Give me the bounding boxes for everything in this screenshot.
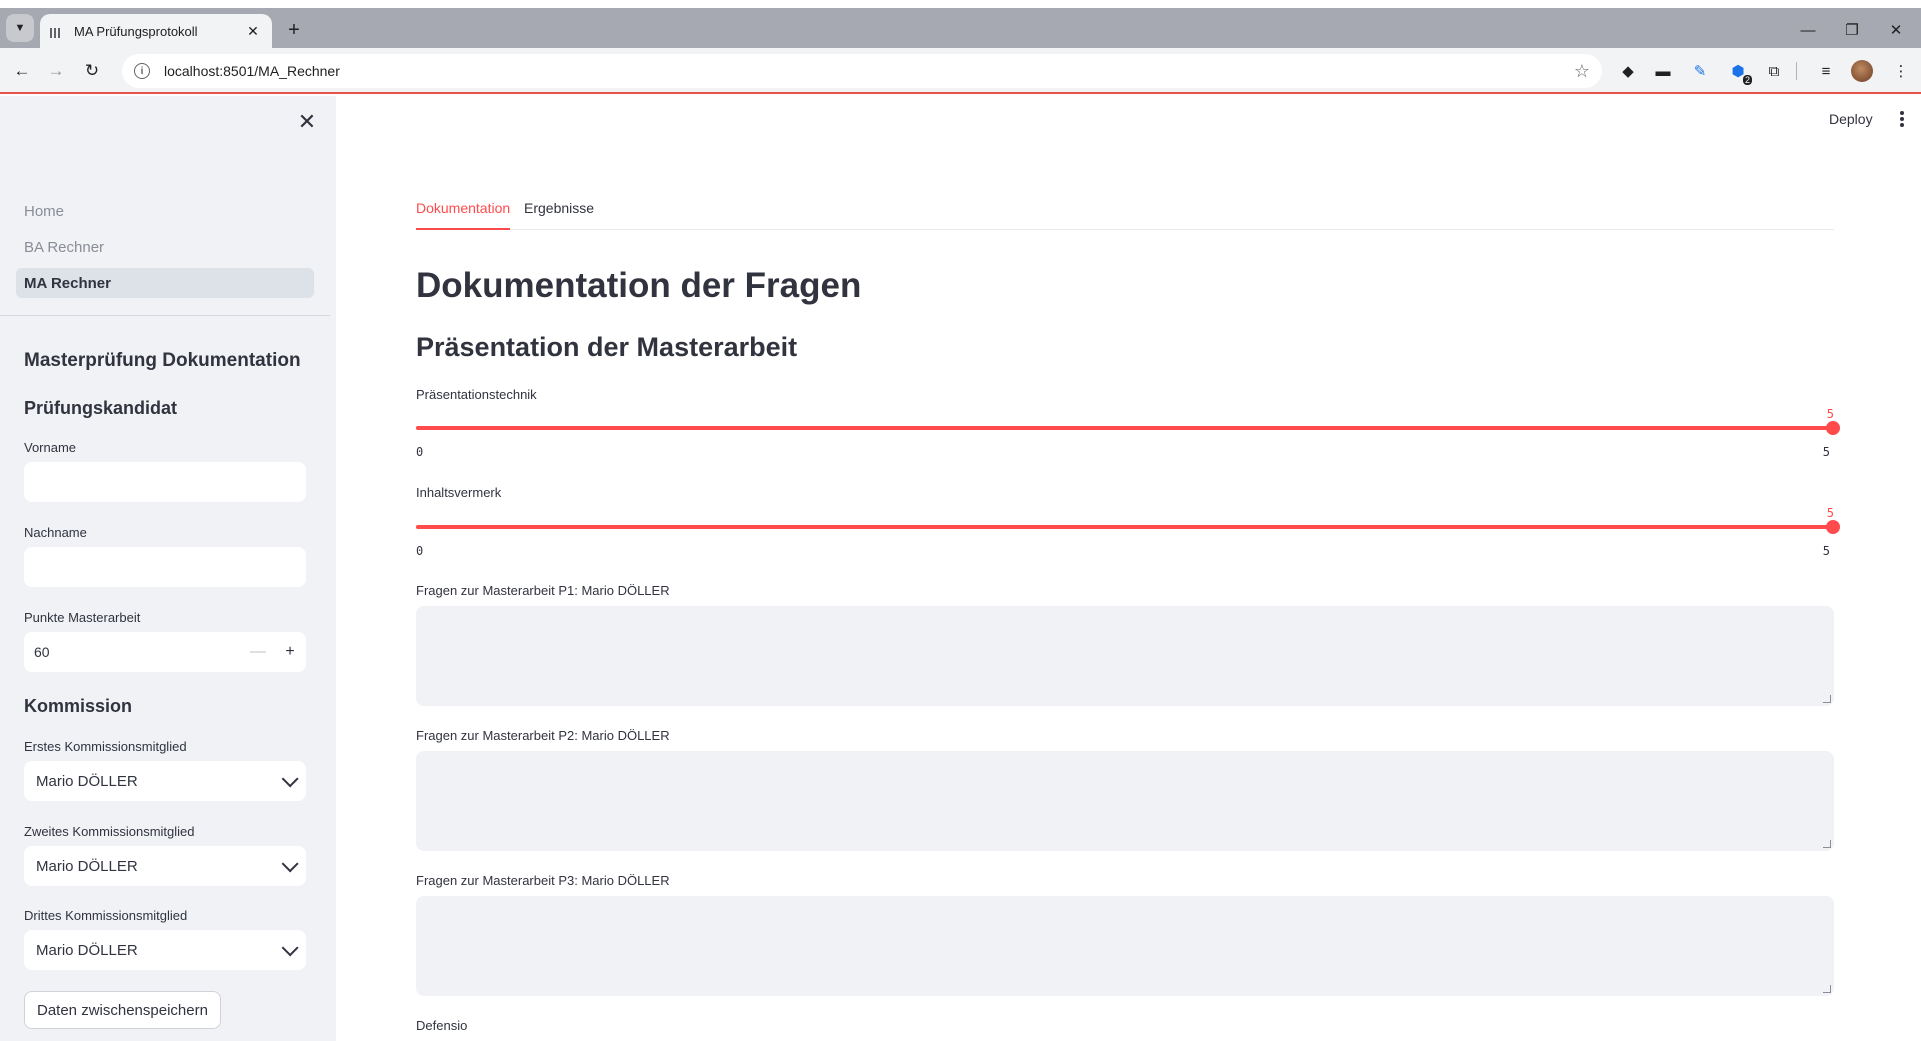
extension-glasses-icon[interactable]: ▬ [1651, 59, 1675, 83]
vorname-label: Vorname [24, 440, 77, 455]
page-title: Dokumentation der Fragen [416, 266, 862, 305]
resize-grip-icon[interactable] [1823, 840, 1831, 848]
extensions-icon[interactable]: ⧉ [1762, 59, 1786, 83]
slider1-label: Präsentationstechnik [416, 387, 537, 402]
nachname-label: Nachname [24, 525, 87, 540]
forward-arrow-icon[interactable]: → [42, 57, 70, 85]
textarea-p2[interactable] [416, 751, 1834, 851]
restore-icon[interactable]: ❐ [1832, 16, 1872, 44]
candidate-heading: Prüfungskandidat [24, 398, 178, 418]
punkte-number-input[interactable]: 60 — + [24, 632, 306, 672]
os-title-strip [0, 0, 1921, 8]
deploy-button[interactable]: Deploy [1829, 111, 1873, 127]
member1-label: Erstes Kommissionsmitglied [24, 739, 187, 754]
extension-feather-icon[interactable]: ✎ [1688, 59, 1712, 83]
kommission-heading: Kommission [24, 696, 133, 716]
sidebar-close-icon[interactable]: ✕ [295, 109, 319, 134]
vorname-input[interactable] [24, 462, 306, 502]
content-tabs: Dokumentation Ergebnisse [416, 200, 1834, 230]
extension-badge-count: 2 [1742, 75, 1752, 85]
textarea-p3-label: Fragen zur Masterarbeit P3: Mario DÖLLER [416, 873, 670, 888]
increment-plus-icon[interactable]: + [274, 632, 306, 672]
extension-puzzle-piece-icon[interactable]: ◆ [1616, 59, 1640, 83]
site-info-icon[interactable]: i [134, 63, 150, 79]
member2-select[interactable]: Mario DÖLLER [24, 846, 306, 886]
browser-menu-icon[interactable]: ⋮ [1889, 59, 1913, 83]
member3-select[interactable]: Mario DÖLLER [24, 930, 306, 970]
tab-title: MA Prüfungsprotokoll [74, 23, 198, 39]
tab-search-chevron-icon[interactable]: ▼ [6, 14, 34, 42]
slider-min: 0 [416, 445, 424, 459]
inhaltsvermerk-slider[interactable]: 5 0 5 [416, 506, 1840, 566]
slider-max: 5 [1822, 445, 1830, 459]
praesentationstechnik-slider[interactable]: 5 0 5 [416, 407, 1840, 467]
member2-value: Mario DÖLLER [36, 857, 138, 875]
chevron-down-icon [281, 939, 299, 957]
punkte-label: Punkte Masterarbeit [24, 610, 141, 625]
chevron-down-icon [281, 770, 299, 788]
main-menu-kebab-icon[interactable] [1894, 109, 1910, 129]
nachname-input[interactable] [24, 547, 306, 587]
minimize-icon[interactable]: — [1788, 16, 1828, 44]
sidebar: ✕ Home BA Rechner MA Rechner Masterprüfu… [0, 96, 336, 1041]
browser-toolbar: ← → ↻ i localhost:8501/MA_Rechner ☆ ◆ ▬ … [0, 48, 1921, 94]
url-text[interactable]: localhost:8501/MA_Rechner [164, 63, 1574, 79]
back-arrow-icon[interactable]: ← [8, 57, 36, 85]
main-content: Deploy Dokumentation Ergebnisse Dokument… [336, 96, 1921, 1041]
sidebar-divider [0, 315, 330, 316]
textarea-p2-label: Fragen zur Masterarbeit P2: Mario DÖLLER [416, 728, 670, 743]
sidebar-nav-home[interactable]: Home [16, 196, 314, 226]
defensio-label: Defensio [416, 1018, 468, 1033]
tab-dokumentation[interactable]: Dokumentation [416, 200, 511, 230]
decrement-minus-icon[interactable]: — [242, 632, 274, 672]
slider-max: 5 [1822, 544, 1830, 558]
sidebar-nav-ma-rechner[interactable]: MA Rechner [16, 268, 314, 298]
window-close-icon[interactable]: ✕ [1876, 16, 1916, 44]
toolbar-separator [1796, 62, 1797, 80]
member2-label: Zweites Kommissionsmitglied [24, 824, 195, 839]
member1-value: Mario DÖLLER [36, 772, 138, 790]
punkte-value[interactable]: 60 [24, 644, 242, 660]
address-bar[interactable]: i localhost:8501/MA_Rechner ☆ [122, 54, 1602, 88]
slider-thumb[interactable] [1826, 520, 1840, 534]
textarea-p1-label: Fragen zur Masterarbeit P1: Mario DÖLLER [416, 583, 670, 598]
bookmark-star-icon[interactable]: ☆ [1574, 61, 1590, 82]
tab-close-icon[interactable]: ✕ [244, 23, 262, 40]
member1-select[interactable]: Mario DÖLLER [24, 761, 306, 801]
streamlit-favicon-icon [50, 24, 64, 38]
textarea-p1[interactable] [416, 606, 1834, 706]
media-control-icon[interactable]: ≡ [1814, 59, 1838, 83]
sidebar-section-title: Masterprüfung Dokumentation [24, 350, 301, 371]
slider-track[interactable] [416, 525, 1834, 529]
sidebar-nav-ba-rechner[interactable]: BA Rechner [16, 232, 314, 262]
textarea-p3[interactable] [416, 896, 1834, 996]
tab-ergebnisse[interactable]: Ergebnisse [524, 200, 594, 230]
reload-icon[interactable]: ↻ [78, 57, 106, 85]
slider-track[interactable] [416, 426, 1834, 430]
member3-label: Drittes Kommissionsmitglied [24, 908, 188, 923]
browser-tab-bar: ▼ MA Prüfungsprotokoll ✕ + — ❐ ✕ [0, 8, 1921, 48]
member3-value: Mario DÖLLER [36, 941, 138, 959]
slider2-label: Inhaltsvermerk [416, 485, 502, 500]
extension-badge-icon[interactable]: ⬢ 2 [1726, 59, 1752, 85]
slider-current-value: 5 [1826, 407, 1834, 421]
slider-min: 0 [416, 544, 424, 558]
chevron-down-icon [281, 855, 299, 873]
resize-grip-icon[interactable] [1823, 695, 1831, 703]
resize-grip-icon[interactable] [1823, 985, 1831, 993]
slider-thumb[interactable] [1826, 421, 1840, 435]
profile-avatar[interactable] [1851, 60, 1873, 82]
slider-current-value: 5 [1826, 506, 1834, 520]
browser-tab[interactable]: MA Prüfungsprotokoll ✕ [40, 14, 272, 48]
new-tab-plus-icon[interactable]: + [280, 16, 308, 44]
save-data-button[interactable]: Daten zwischenspeichern [24, 991, 221, 1029]
section-heading: Präsentation der Masterarbeit [416, 332, 798, 362]
